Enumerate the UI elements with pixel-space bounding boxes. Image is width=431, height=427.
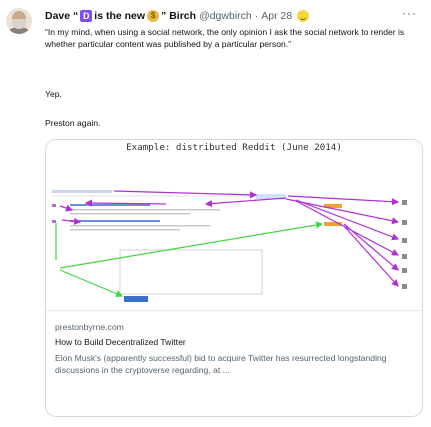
author-handle[interactable]: @dgwbirch	[199, 10, 252, 22]
tweet-text-line: Preston again.	[45, 118, 101, 128]
tweet-date[interactable]: Apr 28	[261, 10, 292, 22]
money-bag-icon: $	[147, 10, 160, 22]
card-title[interactable]: How to Build Decentralized Twitter	[55, 337, 186, 347]
card-description: Elon Musk's (apparently successful) bid …	[55, 353, 387, 375]
tweet-text: “In my mind, when using a social network…	[45, 27, 405, 49]
diagram-illustration	[52, 190, 407, 302]
more-icon[interactable]: ···	[402, 6, 417, 20]
card-image[interactable]: Example: distributed Reddit (June 2014)	[46, 140, 422, 310]
avatar[interactable]	[6, 8, 32, 34]
card-domain: prestonbyrne.com	[55, 322, 124, 332]
card-divider	[46, 310, 422, 311]
separator: ·	[254, 10, 259, 22]
link-card[interactable]: Example: distributed Reddit (June 2014)	[45, 139, 423, 417]
tweet-header: Dave “ D is the new $ ” Birch @dgwbirch …	[45, 10, 310, 22]
letter-d-icon: D	[80, 10, 93, 22]
author-name[interactable]: Dave “ D is the new $ ” Birch	[45, 10, 196, 22]
smiley-icon	[297, 10, 310, 22]
tweet-text-line: Yep.	[45, 89, 62, 99]
